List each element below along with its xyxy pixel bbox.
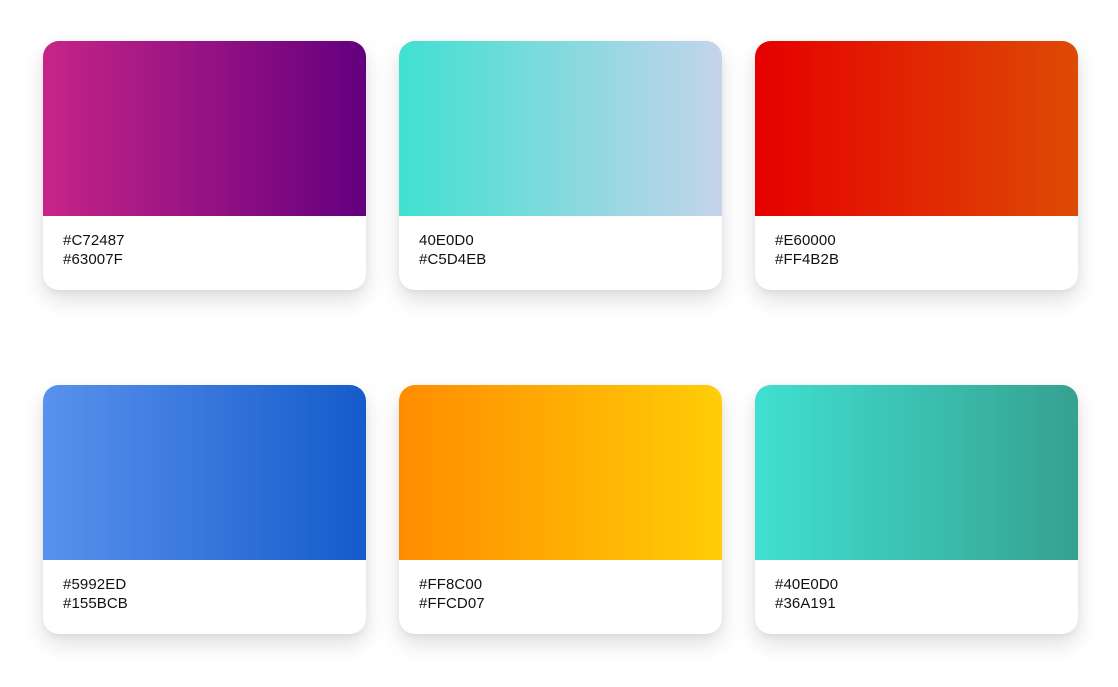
gradient-card[interactable]: #5992ED #155BCB <box>43 385 366 634</box>
color-codes: #C72487 #63007F <box>43 216 366 269</box>
color-code-start: #40E0D0 <box>775 576 839 593</box>
gradient-swatch <box>43 41 366 216</box>
gradient-card[interactable]: #FF8C00 #FFCD07 <box>399 385 722 634</box>
gradient-card-grid: #C72487 #63007F 40E0D0 #C5D4EB #E60000 #… <box>43 41 1078 634</box>
color-code-end: #63007F <box>63 251 123 268</box>
gradient-swatch <box>755 385 1078 560</box>
color-codes: #FF8C00 #FFCD07 <box>399 560 722 613</box>
gradient-swatch <box>43 385 366 560</box>
gradient-swatch <box>755 41 1078 216</box>
gradient-card[interactable]: 40E0D0 #C5D4EB <box>399 41 722 290</box>
color-code-start: #E60000 <box>775 232 836 249</box>
color-code-end: #FFCD07 <box>419 595 485 612</box>
color-code-start: #C72487 <box>63 232 125 249</box>
color-code-end: #C5D4EB <box>419 251 487 268</box>
gradient-card[interactable]: #C72487 #63007F <box>43 41 366 290</box>
color-codes: #40E0D0 #36A191 <box>755 560 1078 613</box>
color-codes: #E60000 #FF4B2B <box>755 216 1078 269</box>
gradient-swatch <box>399 41 722 216</box>
color-code-start: #5992ED <box>63 576 127 593</box>
color-code-end: #FF4B2B <box>775 251 840 268</box>
gradient-card[interactable]: #40E0D0 #36A191 <box>755 385 1078 634</box>
gradient-swatch <box>399 385 722 560</box>
color-code-end: #155BCB <box>63 595 128 612</box>
color-code-end: #36A191 <box>775 595 836 612</box>
color-code-start: #FF8C00 <box>419 576 483 593</box>
gradient-card[interactable]: #E60000 #FF4B2B <box>755 41 1078 290</box>
color-codes: #5992ED #155BCB <box>43 560 366 613</box>
color-codes: 40E0D0 #C5D4EB <box>399 216 722 269</box>
color-code-start: 40E0D0 <box>419 232 474 249</box>
